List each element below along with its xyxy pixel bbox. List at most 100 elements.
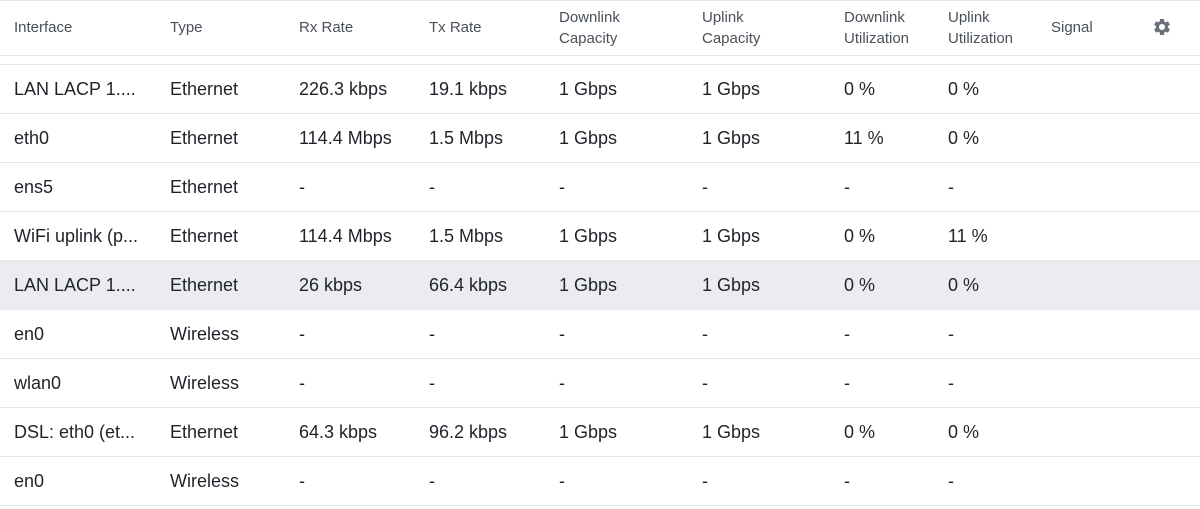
table-row[interactable]: en0 Wireless - - - - - -	[0, 310, 1200, 359]
column-header-downlink-utilization[interactable]: Downlink Utilization	[844, 0, 909, 55]
tx-rate-cell: -	[429, 324, 435, 344]
interface-cell: en0	[14, 324, 45, 344]
signal-cell	[1051, 310, 1141, 358]
column-header-label: Tx Rate	[429, 19, 482, 36]
rx-rate-cell: -	[299, 177, 305, 197]
downlink-utilization-cell: 0 %	[844, 422, 876, 442]
uplink-capacity-cell: 1 Gbps	[702, 275, 761, 295]
column-header-label-line2: Capacity	[702, 29, 761, 47]
signal-cell	[1051, 408, 1141, 456]
tx-rate-cell: -	[429, 373, 435, 393]
type-cell: Ethernet	[170, 128, 239, 148]
uplink-utilization-cell: 0 %	[948, 79, 980, 99]
tx-rate-cell: -	[429, 471, 435, 491]
interface-cell: WiFi uplink (p...	[14, 226, 139, 246]
gear-icon[interactable]	[1152, 17, 1172, 37]
rx-rate-cell: 226.3 kbps	[299, 79, 388, 99]
interface-cell: ens5	[14, 177, 54, 197]
downlink-utilization-cell: 0 %	[844, 226, 876, 246]
tx-rate-cell: 1.5 Mbps	[429, 226, 504, 246]
column-header-label-line1: Downlink	[559, 8, 620, 26]
downlink-utilization-cell: 0 %	[844, 275, 876, 295]
column-header-interface[interactable]: Interface	[14, 0, 72, 55]
signal-cell	[1051, 261, 1141, 309]
type-cell: Wireless	[170, 324, 240, 344]
downlink-utilization-cell: -	[844, 324, 850, 344]
uplink-capacity-cell: 1 Gbps	[702, 79, 761, 99]
table-row[interactable]: wlan0 Wireless - - - - - -	[0, 359, 1200, 408]
tx-rate-cell: 1.5 Mbps	[429, 128, 504, 148]
table-header: Interface Type Rx Rate Tx Rate Downlink …	[0, 0, 1200, 56]
interface-cell: LAN LACP 1....	[14, 275, 136, 295]
downlink-utilization-cell: 11 %	[844, 128, 884, 148]
rx-rate-cell: 26 kbps	[299, 275, 363, 295]
downlink-capacity-cell: -	[559, 177, 565, 197]
downlink-capacity-cell: -	[559, 373, 565, 393]
uplink-capacity-cell: -	[702, 373, 708, 393]
signal-cell	[1051, 359, 1141, 407]
rx-rate-cell: 114.4 Mbps	[299, 128, 392, 148]
downlink-utilization-cell: -	[844, 471, 850, 491]
rx-rate-cell: -	[299, 471, 305, 491]
column-header-label: Type	[170, 19, 203, 36]
column-header-label-line1: Uplink	[948, 8, 990, 26]
column-header-label-line1: Downlink	[844, 8, 905, 26]
downlink-utilization-cell: -	[844, 373, 850, 393]
column-header-label-line1: Uplink	[702, 8, 744, 26]
type-cell: Ethernet	[170, 177, 239, 197]
signal-cell	[1051, 457, 1141, 505]
uplink-utilization-cell: 0 %	[948, 422, 980, 442]
uplink-utilization-cell: -	[948, 373, 954, 393]
table-row[interactable]: LAN LACP 1.... Ethernet 226.3 kbps 19.1 kbp…	[0, 65, 1200, 114]
uplink-utilization-cell: -	[948, 324, 954, 344]
column-header-label: Signal	[1051, 19, 1093, 36]
downlink-utilization-cell: 0 %	[844, 79, 876, 99]
header-spacer	[0, 56, 1200, 65]
column-header-label-line2: Capacity	[559, 29, 618, 47]
column-header-label: Interface	[14, 19, 73, 36]
downlink-capacity-cell: -	[559, 324, 565, 344]
column-header-uplink-capacity[interactable]: Uplink Capacity	[702, 0, 760, 55]
column-header-downlink-capacity[interactable]: Downlink Capacity	[559, 0, 620, 55]
uplink-utilization-cell: 0 %	[948, 275, 980, 295]
column-header-rx-rate[interactable]: Rx Rate	[299, 0, 353, 55]
column-header-label: Rx Rate	[299, 19, 354, 36]
tx-rate-cell: -	[429, 177, 435, 197]
rx-rate-cell: -	[299, 373, 305, 393]
downlink-utilization-cell: -	[844, 177, 850, 197]
table-row[interactable]: en0 Wireless - - - - - -	[0, 457, 1200, 506]
downlink-capacity-cell: 1 Gbps	[559, 226, 618, 246]
uplink-capacity-cell: -	[702, 177, 708, 197]
interface-cell: eth0	[14, 128, 50, 148]
column-header-type[interactable]: Type	[170, 0, 203, 55]
uplink-capacity-cell: -	[702, 471, 708, 491]
uplink-utilization-cell: 0 %	[948, 128, 980, 148]
table-row[interactable]: eth0 Ethernet 114.4 Mbps 1.5 Mbps 1 Gbps 1 Gb…	[0, 114, 1200, 163]
uplink-capacity-cell: 1 Gbps	[702, 422, 761, 442]
downlink-capacity-cell: 1 Gbps	[559, 275, 618, 295]
uplink-utilization-cell: -	[948, 471, 954, 491]
table-row[interactable]: LAN LACP 1.... Ethernet 26 kbps 66.4 kbps 1 …	[0, 261, 1200, 310]
downlink-capacity-cell: 1 Gbps	[559, 79, 618, 99]
table-body: LAN LACP 1.... Ethernet 226.3 kbps 19.1 kbp…	[0, 65, 1200, 506]
tx-rate-cell: 96.2 kbps	[429, 422, 508, 442]
table-row[interactable]: WiFi uplink (p... Ethernet 114.4 Mbps 1.5 M…	[0, 212, 1200, 261]
type-cell: Ethernet	[170, 226, 239, 246]
signal-cell	[1051, 114, 1141, 162]
interface-cell: DSL: eth0 (et...	[14, 422, 136, 442]
rx-rate-cell: 64.3 kbps	[299, 422, 378, 442]
type-cell: Ethernet	[170, 422, 239, 442]
uplink-utilization-cell: 11 %	[948, 226, 988, 246]
column-header-uplink-utilization[interactable]: Uplink Utilization	[948, 0, 1013, 55]
signal-cell	[1051, 163, 1141, 211]
table-row[interactable]: DSL: eth0 (et... Ethernet 64.3 kbps 96.2 kb…	[0, 408, 1200, 457]
table-row[interactable]: ens5 Ethernet - - - - - -	[0, 163, 1200, 212]
rx-rate-cell: 114.4 Mbps	[299, 226, 392, 246]
column-header-tx-rate[interactable]: Tx Rate	[429, 0, 482, 55]
signal-cell	[1051, 212, 1141, 260]
interface-cell: en0	[14, 471, 45, 491]
downlink-capacity-cell: 1 Gbps	[559, 128, 618, 148]
column-header-signal[interactable]: Signal	[1051, 0, 1093, 55]
column-header-label-line2: Utilization	[844, 29, 910, 47]
uplink-capacity-cell: 1 Gbps	[702, 128, 761, 148]
